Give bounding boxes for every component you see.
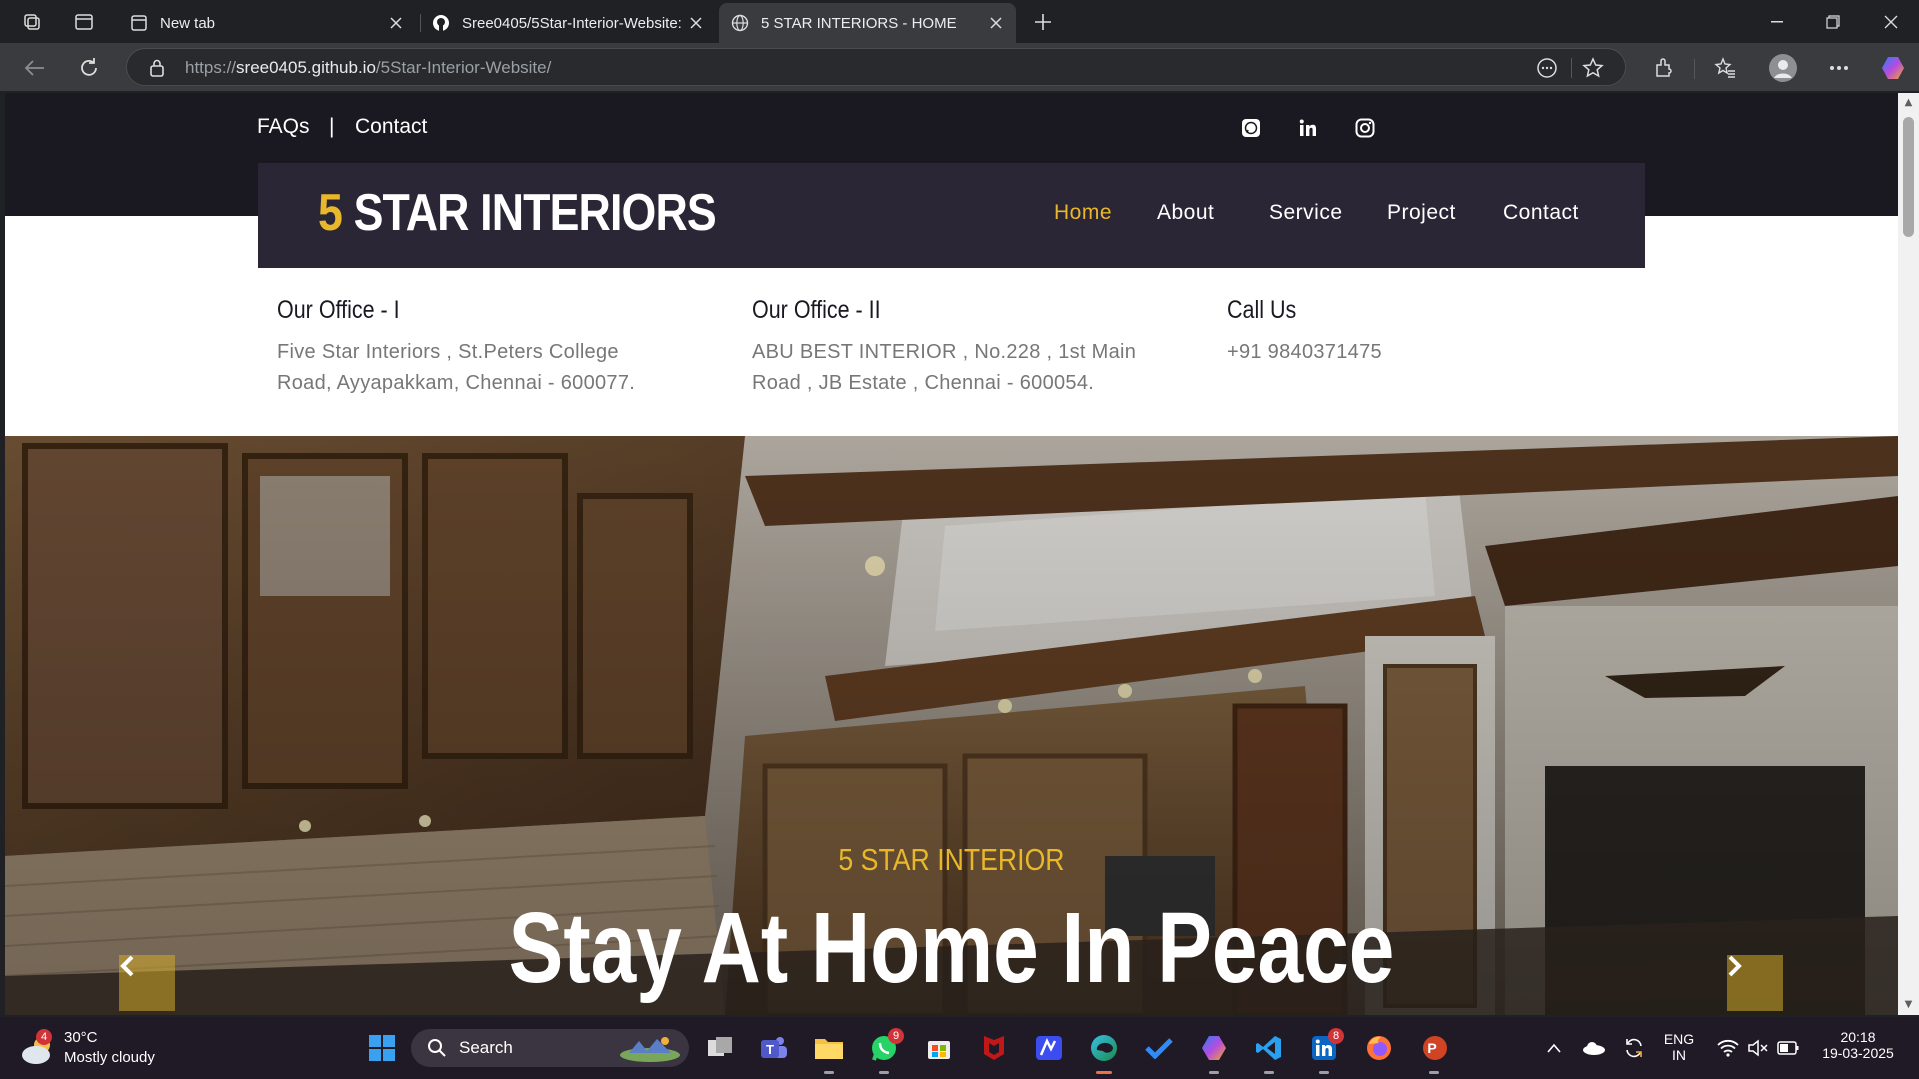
hero-kicker: 5 STAR INTERIOR (838, 842, 1065, 877)
copilot-icon[interactable] (1878, 53, 1908, 83)
todo-icon[interactable] (1139, 1028, 1179, 1068)
weather-desc: Mostly cloudy (64, 1049, 155, 1066)
language-indicator[interactable]: ENG IN (1656, 1031, 1702, 1063)
address-bar[interactable]: https://sree0405.github.io/5Star-Interio… (126, 48, 1626, 86)
faqs-link[interactable]: FAQs (257, 115, 310, 139)
scrollbar-thumb[interactable] (1903, 117, 1914, 237)
hero-title: Stay At Home In Peace (508, 892, 1395, 1004)
favorite-star-icon[interactable] (1581, 56, 1605, 80)
linkedin-icon[interactable] (1295, 115, 1321, 141)
close-window-button[interactable] (1868, 8, 1914, 36)
new-tab-icon (130, 14, 148, 32)
url-text: https://sree0405.github.io/5Star-Interio… (185, 58, 552, 77)
tab-title: Sree0405/5Star-Interior-Website: (462, 14, 682, 32)
nav-contact[interactable]: Contact (1503, 201, 1579, 225)
firefox-icon[interactable] (1359, 1028, 1399, 1068)
hero-carousel: 5 STAR INTERIOR Stay At Home In Peace (5, 436, 1898, 1015)
profile-avatar-icon[interactable] (1768, 53, 1798, 83)
chevron-right-icon (1728, 955, 1742, 977)
linkedin-taskbar-icon[interactable]: 8 (1304, 1028, 1344, 1074)
link-separator: | (329, 115, 335, 138)
back-arrow-icon[interactable] (20, 53, 50, 83)
tab-5star-interiors[interactable]: 5 STAR INTERIORS - HOME (719, 3, 1016, 43)
restore-button[interactable] (1810, 8, 1856, 36)
whatsapp-icon[interactable] (1238, 115, 1264, 141)
clock[interactable]: 20:18 19-03-2025 (1810, 1029, 1906, 1061)
edge-icon[interactable] (1084, 1028, 1124, 1074)
whatsapp-taskbar-icon[interactable]: 9 (864, 1028, 904, 1074)
scroll-up-icon[interactable]: ▲ (1903, 97, 1914, 108)
page-scrollbar[interactable]: ▲ ▼ (1898, 93, 1919, 1015)
microsoft-store-icon[interactable] (919, 1028, 959, 1068)
svg-text:T: T (766, 1042, 774, 1057)
weather-widget[interactable]: 4 30°C Mostly cloudy (20, 1029, 170, 1069)
browser-tab-bar: New tab Sree0405/5Star-Interior-Website:… (0, 0, 1919, 43)
tab-title: New tab (160, 14, 216, 32)
mcafee-icon[interactable] (974, 1028, 1014, 1068)
carousel-prev-button[interactable] (119, 955, 175, 1011)
tab-title: 5 STAR INTERIORS - HOME (761, 14, 957, 32)
new-tab-button[interactable] (1029, 8, 1057, 36)
nav-about[interactable]: About (1157, 201, 1214, 225)
onedrive-icon[interactable] (1574, 1028, 1614, 1068)
search-icon (428, 1039, 446, 1057)
refresh-icon[interactable] (74, 53, 104, 83)
workspaces-icon[interactable] (18, 8, 46, 36)
windows-taskbar: 4 30°C Mostly cloudy Search T 9 8 P ENG I… (0, 1017, 1919, 1079)
file-explorer-icon[interactable] (809, 1028, 849, 1074)
lock-icon[interactable] (145, 56, 169, 80)
close-icon[interactable] (688, 15, 704, 31)
chevron-left-icon (120, 955, 134, 977)
powerpoint-icon[interactable]: P (1414, 1028, 1454, 1074)
close-icon[interactable] (988, 15, 1004, 31)
brand-logo[interactable]: 5 STAR INTERIORS (318, 183, 717, 243)
minimize-button[interactable] (1754, 8, 1800, 36)
copilot-taskbar-icon[interactable] (1194, 1028, 1234, 1074)
extensions-icon[interactable] (1649, 53, 1679, 83)
scroll-down-icon[interactable]: ▼ (1903, 999, 1914, 1010)
reading-mode-icon[interactable] (1535, 56, 1559, 80)
close-icon[interactable] (388, 15, 404, 31)
battery-icon[interactable] (1768, 1028, 1808, 1068)
instagram-icon[interactable] (1352, 115, 1378, 141)
nav-service[interactable]: Service (1269, 201, 1343, 225)
weather-temp: 30°C (64, 1029, 98, 1046)
windsurf-icon[interactable] (1029, 1028, 1069, 1068)
call-us-phone[interactable]: +91 9840371475 (1227, 337, 1382, 368)
top-contact-link[interactable]: Contact (355, 115, 427, 139)
teams-icon[interactable]: T (754, 1028, 794, 1068)
carousel-next-button[interactable] (1727, 955, 1783, 1011)
chevron-up-icon[interactable] (1534, 1028, 1574, 1068)
search-highlight-icon (620, 1037, 680, 1062)
browser-toolbar: https://sree0405.github.io/5Star-Interio… (0, 43, 1919, 91)
vscode-icon[interactable] (1249, 1028, 1289, 1074)
office-1-title: Our Office - I (277, 296, 400, 324)
office-1-address: Five Star Interiors , St.Peters College R… (277, 341, 636, 394)
call-us-title: Call Us (1227, 296, 1297, 324)
more-options-icon[interactable] (1824, 53, 1854, 83)
tab-actions-icon[interactable] (70, 8, 98, 36)
github-icon (432, 14, 450, 32)
office-2-title: Our Office - II (752, 296, 881, 324)
nav-project[interactable]: Project (1387, 201, 1456, 225)
main-navbar: 5 STAR INTERIORS Home About Service Proj… (258, 163, 1645, 268)
office-2-address: ABU BEST INTERIOR , No.228 , 1st Main Roa… (752, 341, 1137, 394)
tab-new-tab[interactable]: New tab (118, 3, 416, 43)
weather-badge: 4 (36, 1029, 52, 1045)
windows-start-icon[interactable] (362, 1028, 402, 1068)
tab-github[interactable]: Sree0405/5Star-Interior-Website: (420, 3, 716, 43)
svg-text:P: P (1427, 1040, 1436, 1056)
task-view-icon[interactable] (700, 1028, 740, 1068)
nav-home[interactable]: Home (1054, 201, 1112, 225)
page-viewport: FAQs | Contact 5 STAR INTERIORS Home Abo… (5, 93, 1898, 1015)
taskbar-search[interactable]: Search (411, 1029, 689, 1067)
globe-icon (731, 14, 749, 32)
sync-icon[interactable] (1614, 1028, 1654, 1068)
favorites-icon[interactable] (1710, 53, 1740, 83)
